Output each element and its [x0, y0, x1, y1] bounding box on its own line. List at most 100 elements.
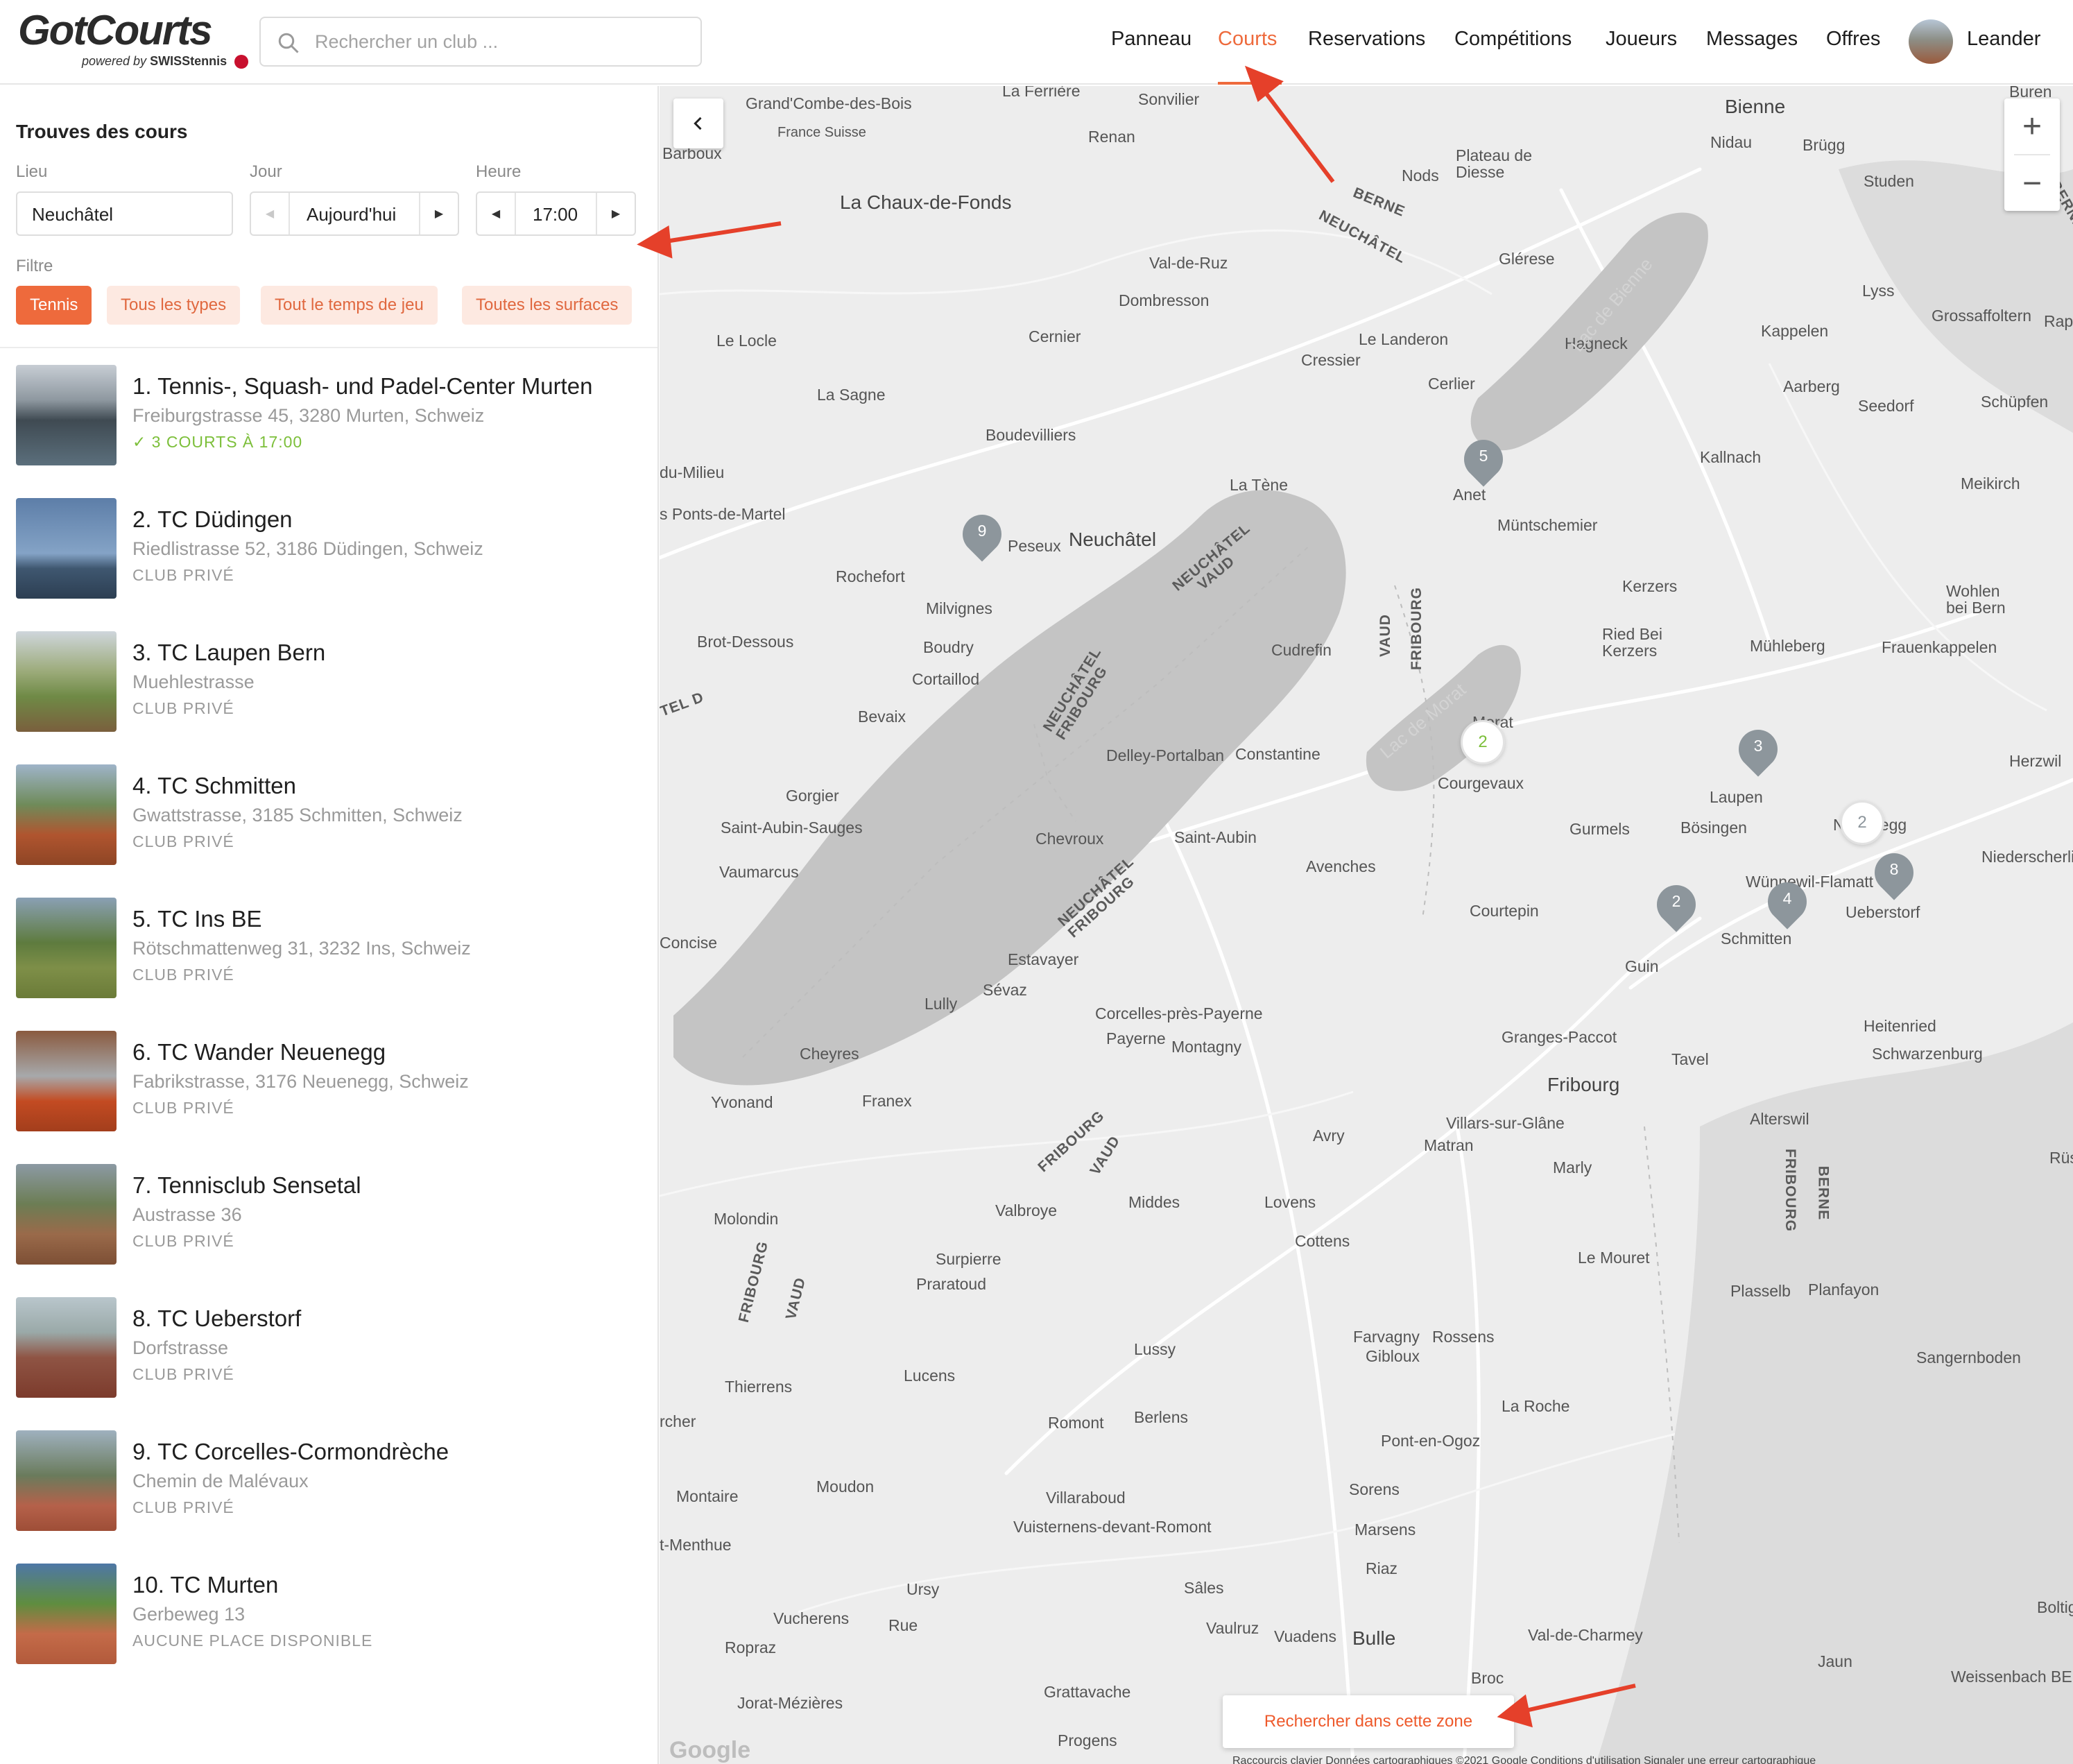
map-label: France Suisse: [777, 125, 866, 140]
club-thumbnail: [16, 898, 117, 998]
filter-chip-sport[interactable]: Tennis: [16, 286, 92, 325]
available-club-marker[interactable]: 2: [1461, 720, 1505, 764]
plus-icon: +: [2022, 108, 2042, 145]
nav-competitions[interactable]: Compétitions: [1454, 28, 1572, 51]
map-label: Aarberg: [1783, 377, 1840, 395]
club-list-item[interactable]: 2. TC Düdingen Riedlistrasse 52, 3186 Dü…: [0, 498, 657, 609]
club-status: CLUB PRIVÉ: [132, 832, 234, 850]
club-address: Muehlestrasse: [132, 671, 255, 692]
map-label: s Ponts-de-Martel: [660, 505, 786, 523]
club-thumbnail: [16, 1430, 117, 1531]
club-thumbnail: [16, 764, 117, 865]
map-label: Alterswil: [1750, 1110, 1809, 1128]
map-label: Schmitten: [1721, 930, 1792, 948]
day-next-button[interactable]: ▶: [419, 193, 458, 234]
club-status: AUCUNE PLACE DISPONIBLE: [132, 1632, 373, 1650]
chevron-left-icon: [694, 117, 702, 130]
map-label: Val-de-Charmey: [1528, 1626, 1643, 1644]
club-search[interactable]: [259, 17, 702, 67]
search-this-area-button[interactable]: Rechercher dans cette zone: [1223, 1695, 1514, 1748]
club-list-item[interactable]: 3. TC Laupen Bern Muehlestrasse CLUB PRI…: [0, 631, 657, 742]
club-address: Riedlistrasse 52, 3186 Düdingen, Schweiz: [132, 538, 483, 559]
club-map-marker[interactable]: 5: [1456, 431, 1511, 490]
chevron-right-icon: ▶: [434, 208, 444, 220]
marker-count: 3: [1753, 737, 1763, 755]
zoom-controls: + −: [2004, 99, 2060, 211]
map-label: Franex: [862, 1092, 912, 1110]
club-address: Chemin de Malévaux: [132, 1471, 309, 1491]
map-label: Vuisternens-devant-Romont: [1013, 1518, 1212, 1536]
club-list-item[interactable]: 10. TC Murten Gerbeweg 13 AUCUNE PLACE D…: [0, 1564, 657, 1675]
day-prev-button[interactable]: ◀: [251, 193, 290, 234]
nav-reservations[interactable]: Reservations: [1308, 28, 1425, 51]
club-cluster-marker[interactable]: 2: [1840, 800, 1884, 845]
club-list-item[interactable]: 7. Tennisclub Sensetal Austrasse 36 CLUB…: [0, 1164, 657, 1275]
club-map-marker[interactable]: 8: [1866, 845, 1922, 903]
time-prev-button[interactable]: ◀: [477, 193, 516, 234]
club-address: Freiburgstrasse 45, 3280 Murten, Schweiz: [132, 405, 485, 426]
map-label: Mühleberg: [1750, 637, 1825, 655]
filter-label: Filtre: [16, 257, 53, 275]
map-label: Jaun: [1818, 1652, 1852, 1670]
nav-panneau[interactable]: Panneau: [1111, 28, 1192, 51]
club-thumbnail: [16, 1564, 117, 1664]
zoom-out-button[interactable]: −: [2004, 155, 2060, 211]
club-map-marker[interactable]: 9: [954, 506, 1010, 565]
map-label: Grand'Combe-des-Bois: [746, 94, 912, 112]
map-label: Bevaix: [858, 708, 906, 726]
nav-messages[interactable]: Messages: [1706, 28, 1798, 51]
club-map-marker[interactable]: 2: [1649, 877, 1704, 935]
location-value: Neuchâtel: [32, 204, 114, 225]
map-label: Boltigen: [2037, 1598, 2073, 1616]
club-status: CLUB PRIVÉ: [132, 699, 234, 717]
map-label: Lully: [924, 995, 958, 1013]
club-search-input[interactable]: [315, 26, 689, 57]
map-label: Courgevaux: [1438, 774, 1524, 792]
club-list-item[interactable]: 4. TC Schmitten Gwattstrasse, 3185 Schmi…: [0, 764, 657, 875]
nav-joueurs[interactable]: Joueurs: [1606, 28, 1677, 51]
filter-chip-type[interactable]: Tous les types: [107, 286, 241, 325]
location-field[interactable]: Neuchâtel: [16, 191, 233, 236]
map-label: Molondin: [714, 1210, 779, 1228]
user-name[interactable]: Leander: [1967, 28, 2040, 51]
time-label: Heure: [476, 162, 522, 181]
club-thumbnail: [16, 1164, 117, 1265]
club-map-marker[interactable]: 4: [1760, 874, 1815, 932]
map-label: Praratoud: [916, 1275, 987, 1293]
map-label: Gibloux: [1366, 1347, 1420, 1365]
filter-chip-surface[interactable]: Toutes les surfaces: [462, 286, 633, 325]
map-label: Montaire: [676, 1487, 739, 1505]
map-label: La Sagne: [817, 386, 886, 404]
club-list-item[interactable]: 5. TC Ins BE Rötschmattenweg 31, 3232 In…: [0, 898, 657, 1009]
club-name: 4. TC Schmitten: [132, 773, 296, 798]
club-status: CLUB PRIVÉ: [132, 566, 234, 584]
club-list-item[interactable]: 6. TC Wander Neuenegg Fabrikstrasse, 317…: [0, 1031, 657, 1142]
user-avatar[interactable]: [1909, 19, 1953, 64]
collapse-sidebar-button[interactable]: [673, 99, 723, 148]
zoom-in-button[interactable]: +: [2004, 99, 2060, 154]
map-label: Cerlier: [1428, 375, 1475, 393]
nav-offres[interactable]: Offres: [1826, 28, 1880, 51]
map-attribution[interactable]: Raccourcis clavier Données cartographiqu…: [1232, 1755, 1816, 1764]
club-map-marker[interactable]: 3: [1730, 721, 1786, 780]
club-name: 3. TC Laupen Bern: [132, 640, 326, 665]
map-label: Lucens: [904, 1367, 956, 1385]
gotcourts-logo[interactable]: GotCourts powered by SWISStennis: [18, 10, 249, 72]
map-view[interactable]: Grand'Combe-des-Bois La Ferrière Sonvili…: [660, 86, 2073, 1764]
swisstennis-text: SWISStennis: [150, 54, 227, 68]
map-label: Schwarzenburg: [1872, 1045, 1983, 1063]
nav-courts[interactable]: Courts: [1218, 28, 1277, 51]
map-label: Cheyres: [800, 1045, 859, 1063]
club-list-item[interactable]: 9. TC Corcelles-Cormondrèche Chemin de M…: [0, 1430, 657, 1541]
map-label: Milvignes: [926, 599, 992, 617]
club-list-item[interactable]: 8. TC Ueberstorf Dorfstrasse CLUB PRIVÉ: [0, 1297, 657, 1408]
time-value: 17:00: [533, 204, 578, 225]
map-label: Vucherens: [773, 1609, 850, 1627]
time-next-button[interactable]: ▶: [596, 193, 635, 234]
map-label: Montagny: [1171, 1038, 1242, 1056]
map-label: Estavayer: [1008, 950, 1079, 968]
map-label: Avry: [1313, 1127, 1345, 1145]
map-label: Vaulruz: [1206, 1619, 1259, 1637]
club-list-item[interactable]: 1. Tennis-, Squash- und Padel-Center Mur…: [0, 365, 657, 476]
filter-chip-playtime[interactable]: Tout le temps de jeu: [261, 286, 438, 325]
